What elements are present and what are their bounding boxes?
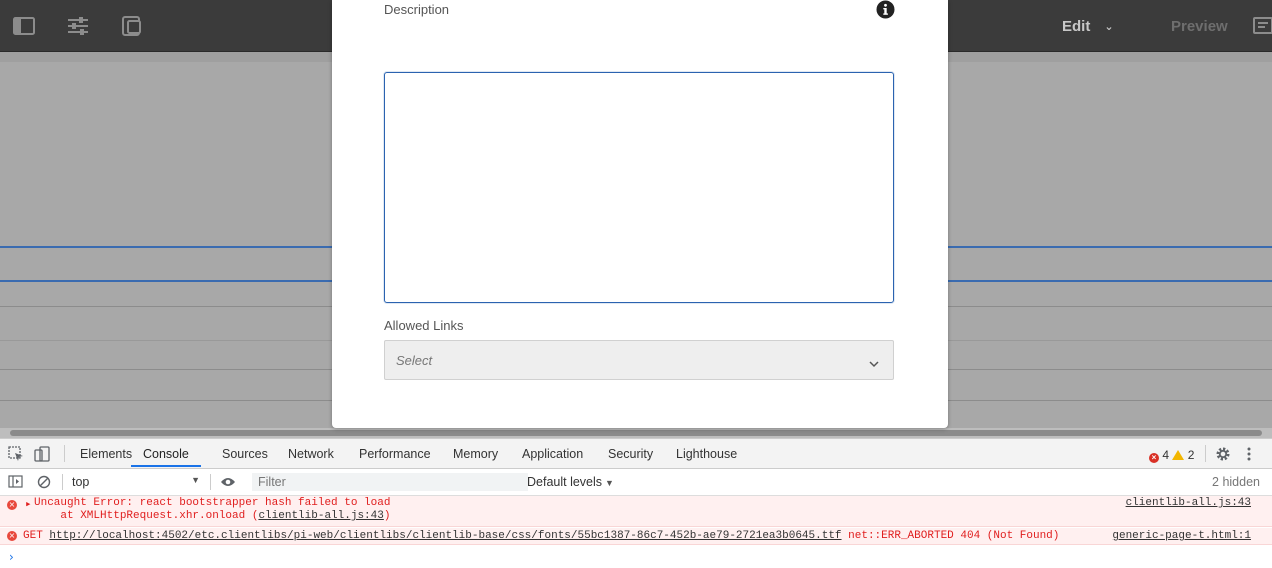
inspect-element-icon[interactable]	[8, 446, 24, 465]
tab-application[interactable]: Application	[522, 439, 583, 467]
side-panel-icon[interactable]	[12, 14, 38, 40]
tab-lighthouse[interactable]: Lighthouse	[676, 439, 737, 467]
request-method: GET	[23, 530, 50, 542]
error-icon: ×	[7, 500, 17, 510]
tab-elements[interactable]: Elements	[80, 439, 132, 467]
settings-gear-icon[interactable]	[1215, 446, 1231, 465]
allowed-links-select[interactable]: Select	[384, 340, 894, 380]
devtools-panel: Elements Console Sources Network Perform…	[0, 438, 1272, 568]
properties-icon[interactable]	[66, 14, 92, 40]
execution-context-select[interactable]: top ▼	[72, 475, 202, 491]
console-filterbar: top ▼ Default levels▼ 2 hidden	[0, 469, 1272, 496]
emulator-icon[interactable]	[120, 14, 146, 40]
info-icon[interactable]	[876, 0, 895, 24]
allowed-links-placeholder: Select	[396, 353, 433, 368]
description-label: Description	[384, 2, 450, 17]
execution-context-value: top	[72, 475, 90, 489]
clear-console-icon[interactable]	[37, 475, 51, 492]
horizontal-scrollbar[interactable]	[0, 428, 1272, 438]
warning-count-icon	[1172, 450, 1185, 460]
error-count: 4	[1162, 448, 1170, 462]
request-status: net::ERR_ABORTED 404 (Not Found)	[841, 530, 1060, 542]
edit-mode-label: Edit	[1062, 18, 1091, 35]
dropdown-arrow-icon: ▼	[191, 475, 200, 485]
toolbar-divider	[210, 474, 211, 490]
error-message-text: Uncaught Error: react bootstrapper hash …	[34, 497, 391, 509]
console-prompt-caret-icon[interactable]: ›	[9, 550, 14, 564]
preview-button[interactable]: Preview	[1171, 14, 1228, 40]
tab-console[interactable]: Console	[131, 439, 201, 467]
tab-memory[interactable]: Memory	[453, 439, 498, 467]
toolbar-divider	[64, 445, 65, 462]
stack-trace-prefix: at XMLHttpRequest.xhr.onload (	[34, 510, 259, 522]
log-levels-dropdown[interactable]: Default levels ▼	[527, 475, 614, 489]
log-levels-label: Default levels	[527, 475, 603, 489]
stack-trace-link[interactable]: clientlib-all.js:43	[258, 510, 383, 522]
toolbar-divider	[62, 474, 63, 490]
scrollbar-thumb[interactable]	[10, 430, 1262, 436]
show-sidebar-icon[interactable]	[8, 475, 23, 491]
devtools-tabbar: Elements Console Sources Network Perform…	[0, 439, 1272, 469]
live-expression-eye-icon[interactable]	[220, 476, 236, 491]
error-icon: ×	[7, 531, 17, 541]
tab-network[interactable]: Network	[288, 439, 334, 467]
stack-trace-suffix: )	[383, 510, 391, 522]
hidden-messages-count: 2 hidden	[1212, 475, 1260, 489]
toolbar-divider	[1205, 445, 1206, 462]
description-textarea[interactable]	[384, 72, 894, 303]
request-url-link[interactable]: http://localhost:4502/etc.clientlibs/pi-…	[49, 530, 841, 542]
message-source-link[interactable]: generic-page-t.html:1	[1112, 530, 1251, 542]
console-error-message[interactable]: × ▸ Uncaught Error: react bootstrapper h…	[0, 496, 1272, 527]
annotations-icon[interactable]	[1253, 17, 1272, 42]
stack-trace-line: at XMLHttpRequest.xhr.onload (clientlib-…	[34, 510, 390, 522]
more-options-icon[interactable]	[1246, 446, 1252, 465]
tab-performance[interactable]: Performance	[359, 439, 431, 467]
allowed-links-label: Allowed Links	[384, 318, 464, 333]
tab-security[interactable]: Security	[608, 439, 653, 467]
component-dialog: Description Allowed Links Select	[332, 0, 948, 428]
console-filter-input[interactable]	[252, 473, 528, 491]
error-count-icon: ×	[1149, 453, 1159, 463]
message-source-link[interactable]: clientlib-all.js:43	[1126, 497, 1251, 509]
warning-count: 2	[1187, 448, 1195, 462]
expand-triangle-icon[interactable]: ▸	[25, 497, 32, 511]
chevron-down-icon: ⌄	[1104, 21, 1114, 33]
chevron-down-icon	[869, 355, 879, 373]
edit-mode-button[interactable]: Edit ⌄	[1062, 14, 1114, 40]
dropdown-arrow-icon: ▼	[605, 478, 614, 488]
tab-sources[interactable]: Sources	[222, 439, 268, 467]
device-toolbar-icon[interactable]	[34, 446, 50, 465]
issue-counter[interactable]: × 4 2	[1149, 448, 1194, 463]
network-error-line: GET http://localhost:4502/etc.clientlibs…	[23, 530, 1059, 542]
console-error-message[interactable]: × GET http://localhost:4502/etc.clientli…	[0, 528, 1272, 545]
